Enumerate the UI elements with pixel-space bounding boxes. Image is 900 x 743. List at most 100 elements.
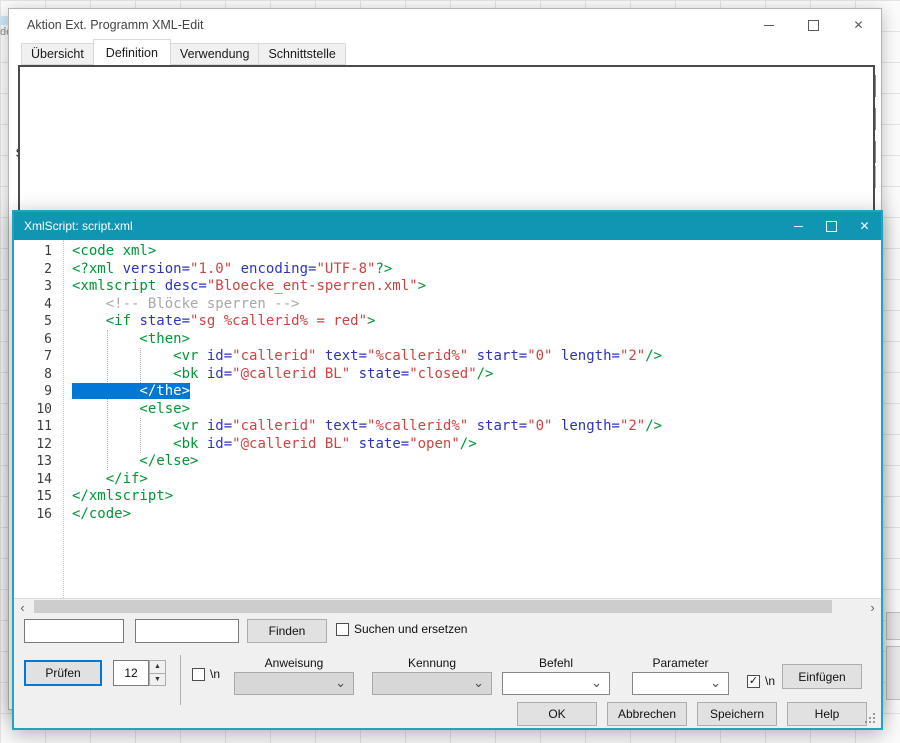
spinner-arrows: ▲ ▼ bbox=[149, 660, 166, 686]
line-number: 14 bbox=[14, 471, 58, 489]
line-number: 16 bbox=[14, 506, 58, 524]
suchen-ersetzen-checkbox[interactable] bbox=[336, 623, 349, 636]
newline-left-checkbox[interactable] bbox=[192, 668, 205, 681]
line-number: 15 bbox=[14, 488, 58, 506]
tab-übersicht[interactable]: Übersicht bbox=[21, 43, 94, 65]
horizontal-scrollbar[interactable]: ‹ › bbox=[14, 598, 881, 614]
chevron-down-icon: ⌄ bbox=[473, 676, 484, 689]
dropdown-anweisung[interactable]: ⌄ bbox=[234, 672, 354, 695]
code-line-15[interactable]: </xmlscript> bbox=[72, 488, 881, 506]
chevron-down-icon: ⌄ bbox=[710, 676, 721, 689]
dropdown-kennung[interactable]: ⌄ bbox=[372, 672, 492, 695]
line-number: 2 bbox=[14, 261, 58, 279]
xml-code-editor[interactable]: 12345678910111213141516 <code xml><?xml … bbox=[14, 240, 881, 598]
tab-verwendung[interactable]: Verwendung bbox=[170, 43, 260, 65]
close-button[interactable]: ✕ bbox=[836, 9, 881, 41]
code-line-16[interactable]: </code> bbox=[72, 506, 881, 524]
close-icon: ✕ bbox=[859, 220, 869, 232]
code-text[interactable]: <code xml><?xml version="1.0" encoding="… bbox=[64, 240, 881, 598]
newline-right-checkbox[interactable]: ✓ bbox=[747, 675, 760, 688]
line-number: 10 bbox=[14, 401, 58, 419]
dropdown-befehl[interactable]: ⌄ bbox=[502, 672, 610, 695]
scrollbar-thumb[interactable] bbox=[34, 600, 832, 613]
code-line-14[interactable]: </if> bbox=[72, 471, 881, 489]
einfuegen-button[interactable]: Einfügen bbox=[782, 664, 862, 689]
xmlscript-dialog: XmlScript: script.xml ✕ 1234567891011121… bbox=[12, 210, 883, 730]
line-number: 4 bbox=[14, 296, 58, 314]
spin-down-icon[interactable]: ▼ bbox=[150, 674, 165, 686]
tab-bar: ÜbersichtDefinitionVerwendungSchnittstel… bbox=[21, 39, 345, 65]
code-line-2[interactable]: <?xml version="1.0" encoding="UTF-8"?> bbox=[72, 261, 881, 279]
footer-button-row: OK Abbrechen Speichern Help bbox=[14, 702, 867, 726]
abbrechen-button[interactable]: Abbrechen bbox=[607, 702, 687, 726]
code-line-9[interactable]: </the> bbox=[72, 383, 881, 401]
code-line-13[interactable]: </else> bbox=[72, 453, 881, 471]
spin-up-icon[interactable]: ▲ bbox=[150, 661, 165, 674]
minimize-icon bbox=[764, 25, 774, 26]
line-number-spinner[interactable]: 12 bbox=[113, 660, 149, 686]
tab-definition[interactable]: Definition bbox=[93, 39, 171, 65]
minimize-icon bbox=[794, 226, 803, 227]
tab-schnittstelle[interactable]: Schnittstelle bbox=[258, 43, 345, 65]
pruefen-button[interactable]: Prüfen bbox=[24, 660, 102, 686]
ok-button[interactable]: OK bbox=[517, 702, 597, 726]
speichern-button[interactable]: Speichern bbox=[697, 702, 777, 726]
xmlscript-title: XmlScript: script.xml bbox=[24, 219, 133, 233]
ersetzen-checkbox-row: Suchen und ersetzen bbox=[336, 622, 467, 636]
search-input-2[interactable] bbox=[135, 619, 239, 643]
line-number: 9 bbox=[14, 383, 58, 401]
scroll-right-icon[interactable]: › bbox=[864, 599, 881, 615]
dropdown-label-parameter: Parameter bbox=[632, 656, 729, 670]
divider bbox=[180, 655, 181, 705]
xmlscript-titlebar[interactable]: XmlScript: script.xml ✕ bbox=[14, 212, 881, 240]
code-line-1[interactable]: <code xml> bbox=[72, 243, 881, 261]
minimize-button[interactable] bbox=[782, 212, 815, 240]
newline-left-label: \n bbox=[210, 667, 220, 681]
help-button[interactable]: Help bbox=[787, 702, 867, 726]
maximize-icon bbox=[808, 20, 819, 31]
code-line-8[interactable]: <bk id="@callerid BL" state="closed"/> bbox=[72, 366, 881, 384]
line-number: 7 bbox=[14, 348, 58, 366]
line-number: 13 bbox=[14, 453, 58, 471]
maximize-button[interactable] bbox=[815, 212, 848, 240]
main-dialog-title: Aktion Ext. Programm XML-Edit bbox=[27, 18, 203, 32]
maximize-icon bbox=[826, 221, 837, 232]
code-line-5[interactable]: <if state="sg %callerid% = red"> bbox=[72, 313, 881, 331]
main-titlebar[interactable]: Aktion Ext. Programm XML-Edit ✕ bbox=[9, 9, 881, 41]
dropdown-label-kennung: Kennung bbox=[372, 656, 492, 670]
minimize-button[interactable] bbox=[746, 9, 791, 41]
code-line-4[interactable]: <!-- Blöcke sperren --> bbox=[72, 296, 881, 314]
dropdown-label-befehl: Befehl bbox=[502, 656, 610, 670]
line-number: 11 bbox=[14, 418, 58, 436]
dropdown-label-anweisung: Anweisung bbox=[234, 656, 354, 670]
chevron-down-icon: ⌄ bbox=[591, 676, 602, 689]
line-number: 8 bbox=[14, 366, 58, 384]
background-artifact bbox=[886, 646, 900, 700]
line-number-gutter: 12345678910111213141516 bbox=[14, 240, 58, 598]
suchen-ersetzen-label: Suchen und ersetzen bbox=[354, 622, 467, 636]
scroll-left-icon[interactable]: ‹ bbox=[14, 599, 31, 615]
close-button[interactable]: ✕ bbox=[848, 212, 881, 240]
finden-button[interactable]: Finden bbox=[247, 619, 327, 643]
line-number: 3 bbox=[14, 278, 58, 296]
code-line-3[interactable]: <xmlscript desc="Bloecke_ent-sperren.xml… bbox=[72, 278, 881, 296]
newline-right-checkbox-row: ✓ \n bbox=[747, 674, 775, 688]
line-number: 6 bbox=[14, 331, 58, 349]
maximize-button[interactable] bbox=[791, 9, 836, 41]
close-icon: ✕ bbox=[853, 19, 863, 31]
newline-right-label: \n bbox=[765, 674, 775, 688]
line-number: 1 bbox=[14, 243, 58, 261]
line-number: 5 bbox=[14, 313, 58, 331]
dropdown-parameter[interactable]: ⌄ bbox=[632, 672, 729, 695]
resize-grip-icon[interactable] bbox=[865, 713, 875, 723]
code-line-10[interactable]: <else> bbox=[72, 401, 881, 419]
code-line-7[interactable]: <vr id="callerid" text="%callerid%" star… bbox=[72, 348, 881, 366]
code-line-11[interactable]: <vr id="callerid" text="%callerid%" star… bbox=[72, 418, 881, 436]
line-number: 12 bbox=[14, 436, 58, 454]
background-artifact bbox=[886, 612, 900, 640]
search-input-1[interactable] bbox=[24, 619, 124, 643]
code-line-12[interactable]: <bk id="@callerid BL" state="open"/> bbox=[72, 436, 881, 454]
code-line-6[interactable]: <then> bbox=[72, 331, 881, 349]
chevron-down-icon: ⌄ bbox=[335, 676, 346, 689]
newline-left-checkbox-row: \n bbox=[192, 667, 220, 681]
